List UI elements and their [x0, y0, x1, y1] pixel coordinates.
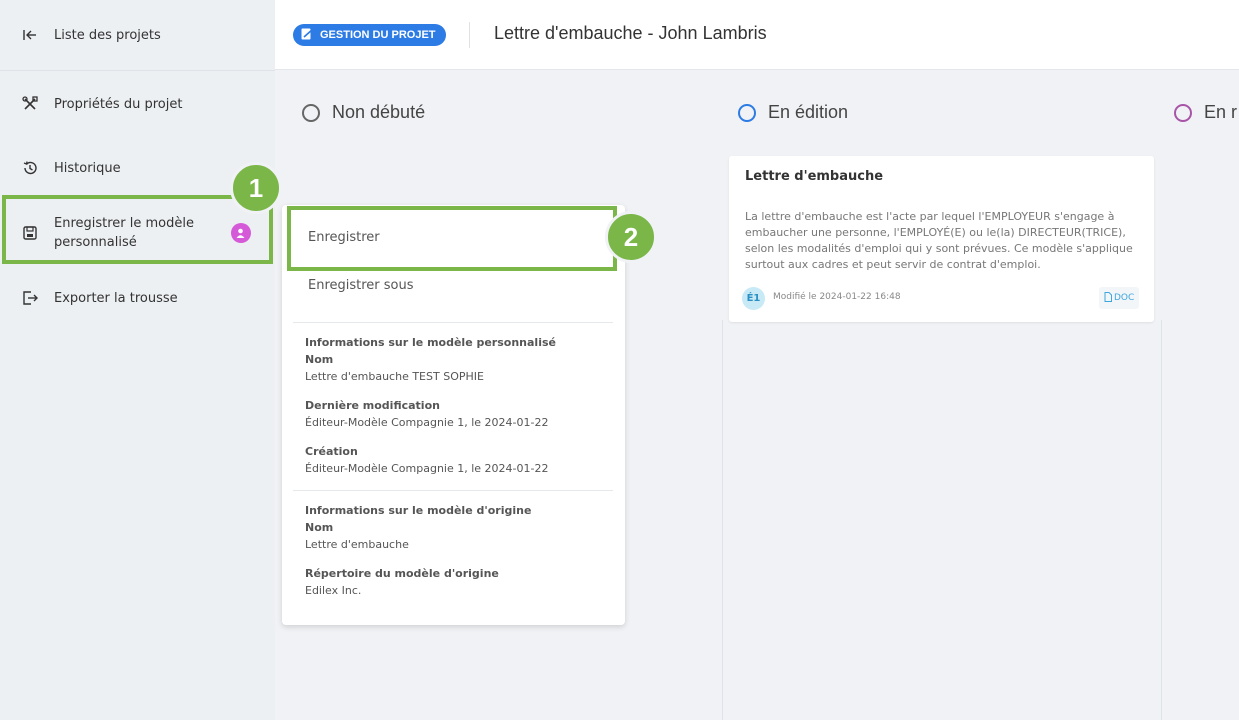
tools-icon	[22, 96, 38, 112]
last-modification-value: Éditeur-Modèle Compagnie 1, le 2024-01-2…	[305, 416, 549, 429]
arrow-left-bar-icon	[22, 27, 38, 43]
highlight-box-step-2	[287, 206, 617, 271]
project-management-badge[interactable]: GESTION DU PROJET	[293, 24, 446, 46]
column-divider	[722, 320, 723, 720]
last-modification-label: Dernière modification	[305, 399, 440, 412]
sidebar: Liste des projets Propriétés du projet H…	[0, 0, 275, 720]
status-circle-icon	[1174, 103, 1192, 122]
origin-model-info-heading: Informations sur le modèle d'origine	[305, 504, 532, 517]
divider	[293, 490, 613, 491]
status-circle-icon	[302, 103, 320, 122]
creation-label: Création	[305, 445, 358, 458]
origin-directory-value: Edilex Inc.	[305, 584, 362, 597]
sidebar-item-label: Exporter la trousse	[54, 290, 178, 306]
sidebar-item-export-kit[interactable]: Exporter la trousse	[0, 288, 275, 308]
edit-document-icon	[301, 27, 314, 43]
sidebar-item-label: Propriétés du projet	[54, 96, 183, 112]
export-icon	[22, 290, 38, 306]
origin-directory-label: Répertoire du modèle d'origine	[305, 567, 499, 580]
avatar: É1	[742, 287, 765, 310]
card-title: Lettre d'embauche	[745, 169, 884, 184]
column-divider	[1161, 320, 1162, 720]
page-title: Lettre d'embauche - John Lambris	[494, 23, 767, 43]
column-header-editing[interactable]: En édition	[738, 102, 848, 123]
origin-model-name: Lettre d'embauche	[305, 538, 409, 551]
divider	[0, 70, 275, 71]
origin-name-label: Nom	[305, 521, 334, 534]
card-description: La lettre d'embauche est l'acte par lequ…	[745, 210, 1133, 271]
divider	[293, 322, 613, 323]
header-divider	[469, 22, 470, 48]
badge-label: GESTION DU PROJET	[320, 29, 436, 41]
sidebar-item-label: Liste des projets	[54, 27, 161, 43]
user-badge-icon	[231, 223, 251, 243]
creation-value: Éditeur-Modèle Compagnie 1, le 2024-01-2…	[305, 462, 549, 475]
doc-format-badge[interactable]: DOC	[1099, 287, 1140, 309]
column-label: Non débuté	[332, 102, 426, 122]
sidebar-item-project-list[interactable]: Liste des projets	[0, 25, 275, 45]
name-label: Nom	[305, 353, 334, 366]
step-marker-2: 2	[605, 211, 657, 263]
sidebar-item-label: Historique	[54, 160, 121, 176]
header: GESTION DU PROJET Lettre d'embauche - Jo…	[275, 0, 1239, 70]
history-icon	[22, 160, 38, 176]
document-icon	[1104, 291, 1112, 305]
sidebar-item-project-properties[interactable]: Propriétés du projet	[0, 94, 275, 114]
custom-model-info-heading: Informations sur le modèle personnalisé	[305, 336, 556, 349]
doc-label: DOC	[1114, 293, 1135, 303]
step-marker-1: 1	[230, 162, 282, 214]
save-as-menu-item[interactable]: Enregistrer sous	[308, 278, 414, 293]
modified-date: Modifié le 2024-01-22 16:48	[773, 292, 901, 302]
column-label: En r	[1204, 102, 1238, 122]
column-header-in-review[interactable]: En r	[1174, 102, 1237, 123]
document-card[interactable]: Lettre d'embauche La lettre d'embauche e…	[729, 156, 1154, 322]
column-label: En édition	[768, 102, 849, 122]
status-circle-icon	[738, 103, 756, 122]
column-header-not-started[interactable]: Non débuté	[302, 102, 425, 123]
custom-model-name: Lettre d'embauche TEST SOPHIE	[305, 370, 484, 383]
